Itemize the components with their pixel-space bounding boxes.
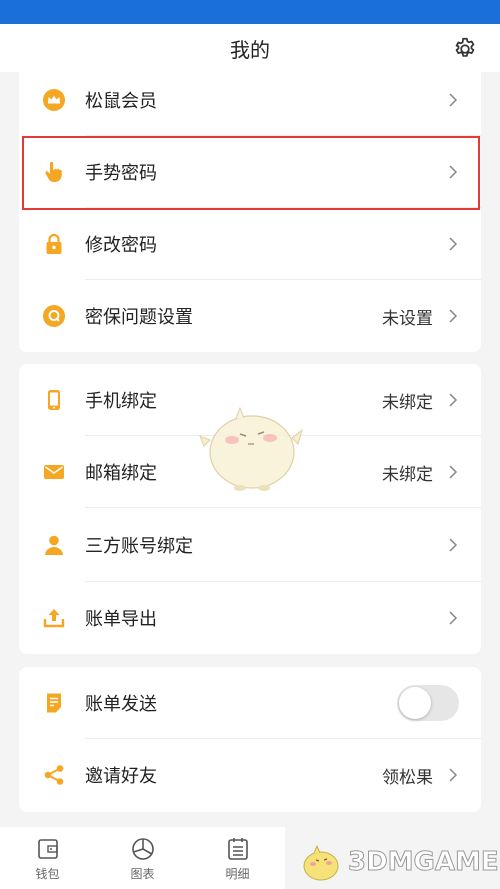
status-bar [0, 0, 500, 24]
mascot-watermark [199, 406, 303, 491]
lock-icon [46, 233, 62, 254]
row-email-binding-label: 邮箱绑定 [85, 463, 157, 484]
row-change-password[interactable]: 修改密码 [19, 208, 481, 280]
row-bill-send: 账单发送 [19, 667, 481, 739]
other-card: 账单发送 邀请好友 领松果 [19, 667, 481, 812]
site-watermark: 3DMGAME [300, 835, 500, 889]
row-phone-binding-value: 未绑定 [382, 392, 433, 413]
row-third-party-binding-label: 三方账号绑定 [85, 536, 193, 557]
chevron-right-icon [449, 768, 458, 782]
question-q-icon [43, 305, 65, 327]
list-icon [227, 837, 248, 860]
user-icon [45, 535, 63, 555]
security-card: 松鼠会员 手势密码 修改密码 密保问题设置 未设置 [19, 64, 481, 352]
row-security-question-value: 未设置 [382, 308, 433, 329]
row-gesture-password-label: 手势密码 [85, 163, 157, 184]
row-security-question-label: 密保问题设置 [85, 307, 193, 328]
tab-chart[interactable]: 图表 [95, 827, 190, 889]
phone-icon [48, 390, 60, 410]
upload-icon [43, 609, 65, 628]
tab-details[interactable]: 明细 [190, 827, 285, 889]
row-invite-friends-label: 邀请好友 [85, 766, 157, 787]
pie-chart-icon [131, 837, 154, 860]
row-bill-send-label: 账单发送 [85, 694, 157, 715]
row-change-password-label: 修改密码 [85, 235, 157, 256]
bill-send-toggle[interactable] [397, 685, 459, 721]
gear-icon[interactable] [452, 36, 478, 62]
wallet-icon [37, 838, 58, 859]
row-invite-friends[interactable]: 邀请好友 领松果 [19, 739, 481, 811]
tab-chart-label: 图表 [130, 866, 155, 881]
tab-wallet-label: 钱包 [35, 866, 60, 881]
share-icon [44, 765, 64, 785]
chevron-right-icon [449, 309, 458, 323]
row-bill-export[interactable]: 账单导出 [19, 582, 481, 654]
chevron-right-icon [449, 237, 458, 251]
mail-icon [44, 465, 64, 479]
mascot-logo-icon [303, 844, 339, 881]
tab-wallet[interactable]: 钱包 [0, 827, 95, 889]
row-gesture-password[interactable]: 手势密码 [19, 136, 481, 208]
row-phone-binding-label: 手机绑定 [85, 391, 157, 412]
watermark-text: 3DMGAME [348, 847, 500, 878]
chevron-right-icon [449, 165, 458, 179]
tab-bar: 钱包 图表 明细 [0, 827, 285, 889]
row-email-binding-value: 未绑定 [382, 464, 433, 485]
hand-pointer-icon [45, 161, 62, 182]
chevron-right-icon [449, 538, 458, 552]
crown-icon [43, 89, 65, 111]
row-security-question[interactable]: 密保问题设置 未设置 [19, 280, 481, 352]
row-vip-label: 松鼠会员 [85, 91, 157, 112]
bill-icon [47, 693, 61, 713]
tab-details-label: 明细 [225, 866, 250, 881]
page-title: 我的 [230, 37, 270, 62]
row-third-party-binding[interactable]: 三方账号绑定 [19, 508, 481, 582]
row-invite-friends-value: 领松果 [382, 767, 433, 788]
row-vip[interactable]: 松鼠会员 [19, 64, 481, 136]
chevron-right-icon [449, 611, 458, 625]
row-bill-export-label: 账单导出 [85, 609, 157, 630]
chevron-right-icon [449, 393, 458, 407]
toggle-knob [399, 687, 431, 719]
chevron-right-icon [449, 93, 458, 107]
chevron-right-icon [449, 465, 458, 479]
